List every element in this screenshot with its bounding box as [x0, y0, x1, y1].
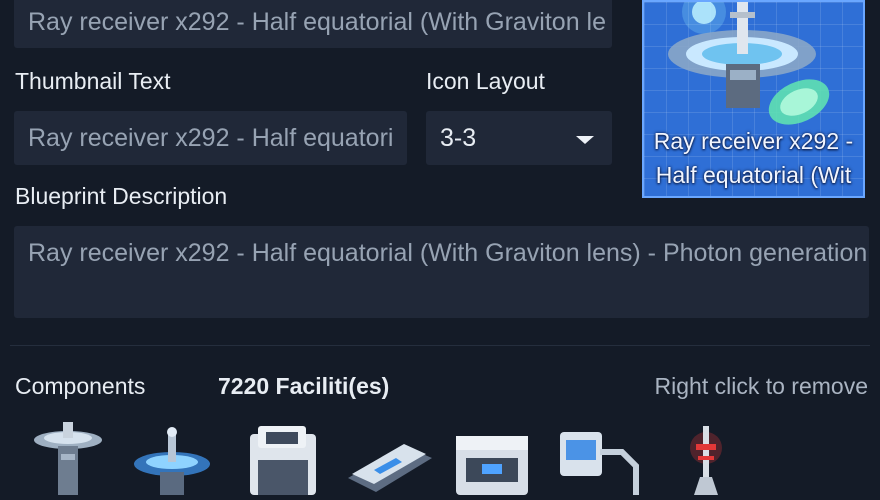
thumbnail-caption-line-1: Ray receiver x292 - [653, 128, 854, 154]
component-ray-receiver[interactable] [28, 422, 108, 495]
icon-layout-dropdown[interactable]: 3-3 [426, 111, 612, 165]
thumbnail-text-input[interactable]: Ray receiver x292 - Half equatori [14, 111, 407, 165]
tesla-tower-icon [690, 426, 722, 495]
blueprint-name-input[interactable]: Ray receiver x292 - Half equatorial (Wit… [14, 0, 612, 48]
thumbnail-caption-line-2: Half equatorial (Wit [655, 162, 852, 188]
blueprint-name-value: Ray receiver x292 - Half equatorial (Wit… [28, 8, 607, 36]
blueprint-description-label: Blueprint Description [15, 183, 228, 209]
storage-box-icon [456, 436, 528, 495]
icon-layout-label: Icon Layout [426, 68, 545, 94]
blueprint-description-value: Ray receiver x292 - Half equatorial (Wit… [28, 239, 868, 267]
conveyor-belt-icon [348, 444, 432, 492]
component-storage-box[interactable] [452, 422, 532, 495]
icon-layout-value: 3-3 [440, 124, 477, 152]
planetary-logistics-icon [134, 427, 210, 495]
sorter-icon [560, 432, 639, 495]
component-assembler[interactable] [244, 422, 324, 495]
thumbnail-text-value: Ray receiver x292 - Half equatori [28, 124, 394, 152]
ray-receiver-icon [34, 422, 102, 495]
thumbnail-text-label: Thumbnail Text [15, 68, 171, 94]
blueprint-thumbnail[interactable]: Ray receiver x292 - Half equatorial (Wit [642, 0, 865, 198]
blueprint-description-textarea[interactable]: Ray receiver x292 - Half equatorial (Wit… [14, 226, 869, 318]
section-divider [10, 345, 870, 346]
components-label: Components [15, 373, 146, 399]
assembler-icon [250, 426, 316, 495]
components-count: 7220 Faciliti(es) [218, 373, 390, 399]
chevron-down-icon [576, 136, 594, 144]
component-planetary-logistics[interactable] [132, 422, 212, 495]
component-tesla-tower[interactable] [664, 422, 744, 495]
remove-hint: Right click to remove [654, 373, 868, 399]
component-conveyor-belt[interactable] [344, 422, 432, 495]
thumbnail-caption: Ray receiver x292 - Half equatorial (Wit [644, 124, 863, 192]
component-sorter[interactable] [556, 422, 639, 495]
